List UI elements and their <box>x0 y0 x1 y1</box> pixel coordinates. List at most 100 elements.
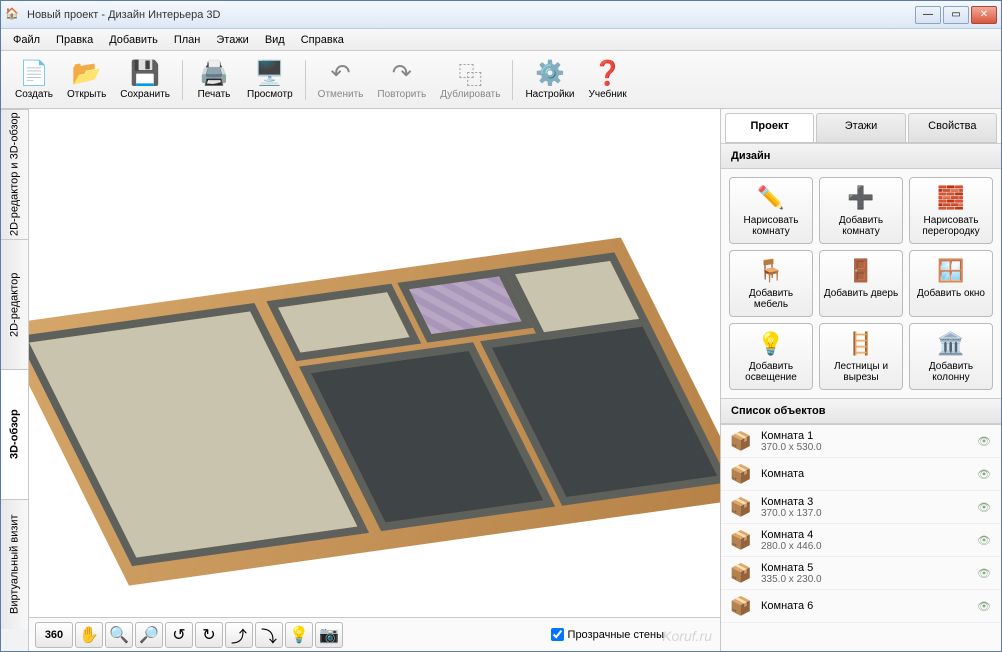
save-label: Сохранить <box>120 89 170 100</box>
rotate-left-button[interactable]: ↺ <box>165 622 193 648</box>
design-section-header: Дизайн <box>721 143 1001 169</box>
object-item-2[interactable]: 📦 Комната 3 370.0 x 137.0 👁 <box>721 491 1001 524</box>
minimize-button[interactable]: — <box>915 6 941 24</box>
menu-справка[interactable]: Справка <box>293 31 352 49</box>
object-item-5[interactable]: 📦 Комната 6 👁 <box>721 590 1001 623</box>
left-tab-0[interactable]: 2D-редактор и 3D-обзор <box>1 109 28 239</box>
visibility-icon[interactable]: 👁 <box>977 567 993 580</box>
left-tab-1[interactable]: 2D-редактор <box>1 239 28 369</box>
toolbar-separator <box>512 60 513 100</box>
object-item-0[interactable]: 📦 Комната 1 370.0 x 530.0 👁 <box>721 425 1001 458</box>
object-item-4[interactable]: 📦 Комната 5 335.0 x 230.0 👁 <box>721 557 1001 590</box>
save-icon: 💾 <box>131 59 159 87</box>
transparent-walls-checkbox[interactable] <box>551 628 564 641</box>
design-label-8: Добавить колонну <box>912 361 990 383</box>
menu-правка[interactable]: Правка <box>48 31 101 49</box>
print-label: Печать <box>198 89 231 100</box>
menu-план[interactable]: План <box>166 31 209 49</box>
tutorial-button[interactable]: ❓ Учебник <box>583 55 633 104</box>
menu-файл[interactable]: Файл <box>5 31 48 49</box>
tilt-up-button[interactable]: ⤴ <box>225 622 253 648</box>
tilt-down-button[interactable]: ⤵ <box>255 622 283 648</box>
undo-label: Отменить <box>318 89 364 100</box>
camera-button[interactable]: 📷 <box>315 622 343 648</box>
light-button[interactable]: 💡 <box>285 622 313 648</box>
right-panel: ПроектЭтажиСвойства Дизайн ✏️ Нарисовать… <box>721 109 1001 651</box>
menu-этажи[interactable]: Этажи <box>208 31 256 49</box>
save-button[interactable]: 💾 Сохранить <box>114 55 176 104</box>
transparent-walls-toggle[interactable]: Прозрачные стены <box>551 628 714 641</box>
visibility-icon[interactable]: 👁 <box>977 435 993 448</box>
object-dims-3: 280.0 x 446.0 <box>761 541 977 552</box>
visibility-icon[interactable]: 👁 <box>977 501 993 514</box>
right-tab-0[interactable]: Проект <box>725 113 814 142</box>
left-tab-2[interactable]: 3D-обзор <box>1 369 28 499</box>
visibility-icon[interactable]: 👁 <box>977 534 993 547</box>
settings-button[interactable]: ⚙️ Настройки <box>519 55 580 104</box>
object-name-1: Комната <box>761 468 977 480</box>
design-label-5: Добавить окно <box>917 288 985 299</box>
pan-button[interactable]: ✋ <box>75 622 103 648</box>
right-tab-2[interactable]: Свойства <box>908 113 997 142</box>
design-icon-4: 🚪 <box>845 257 877 285</box>
titlebar: 🏠 Новый проект - Дизайн Интерьера 3D — ▭… <box>1 1 1001 29</box>
open-button[interactable]: 📂 Открыть <box>61 55 112 104</box>
object-item-1[interactable]: 📦 Комната 👁 <box>721 458 1001 491</box>
new-icon: 📄 <box>20 59 48 87</box>
object-name-3: Комната 4 <box>761 529 977 541</box>
preview-label: Просмотр <box>247 89 293 100</box>
print-button[interactable]: 🖨️ Печать <box>189 55 239 104</box>
design-btn-2[interactable]: 🧱 Нарисовать перегородку <box>909 177 993 244</box>
design-icon-0: ✏️ <box>755 184 787 212</box>
visibility-icon[interactable]: 👁 <box>977 600 993 613</box>
toolbar-separator <box>182 60 183 100</box>
toolbar-separator <box>305 60 306 100</box>
design-btn-0[interactable]: ✏️ Нарисовать комнату <box>729 177 813 244</box>
box-icon: 📦 <box>729 561 753 585</box>
design-btn-3[interactable]: 🪑 Добавить мебель <box>729 250 813 317</box>
duplicate-label: Дублировать <box>440 89 500 100</box>
menu-вид[interactable]: Вид <box>257 31 293 49</box>
new-button[interactable]: 📄 Создать <box>9 55 59 104</box>
viewport: 360 ✋ 🔍 🔎 ↺ ↻ ⤴ ⤵ 💡 📷 Прозрачные стены <box>29 109 721 651</box>
left-tab-3[interactable]: Виртуальный визит <box>1 499 28 629</box>
design-btn-4[interactable]: 🚪 Добавить дверь <box>819 250 903 317</box>
zoom-in-button[interactable]: 🔎 <box>135 622 163 648</box>
close-button[interactable]: ✕ <box>971 6 997 24</box>
preview-icon: 🖥️ <box>256 59 284 87</box>
design-btn-6[interactable]: 💡 Добавить освещение <box>729 323 813 390</box>
open-icon: 📂 <box>73 59 101 87</box>
design-btn-5[interactable]: 🪟 Добавить окно <box>909 250 993 317</box>
right-tabs-bar: ПроектЭтажиСвойства <box>725 113 997 143</box>
design-btn-1[interactable]: ➕ Добавить комнату <box>819 177 903 244</box>
object-name-4: Комната 5 <box>761 562 977 574</box>
app-window: 🏠 Новый проект - Дизайн Интерьера 3D — ▭… <box>0 0 1002 652</box>
new-label: Создать <box>15 89 53 100</box>
design-tools-grid: ✏️ Нарисовать комнату➕ Добавить комнату🧱… <box>721 169 1001 398</box>
design-btn-8[interactable]: 🏛️ Добавить колонну <box>909 323 993 390</box>
design-label-4: Добавить дверь <box>824 288 898 299</box>
design-icon-7: 🪜 <box>845 330 877 358</box>
menubar: ФайлПравкаДобавитьПланЭтажиВидСправка <box>1 29 1001 51</box>
design-btn-7[interactable]: 🪜 Лестницы и вырезы <box>819 323 903 390</box>
rotate360-button[interactable]: 360 <box>35 622 73 648</box>
design-icon-1: ➕ <box>845 184 877 212</box>
design-icon-8: 🏛️ <box>935 330 967 358</box>
zoom-out-button[interactable]: 🔍 <box>105 622 133 648</box>
open-label: Открыть <box>67 89 106 100</box>
design-icon-3: 🪑 <box>755 257 787 285</box>
visibility-icon[interactable]: 👁 <box>977 468 993 481</box>
object-item-3[interactable]: 📦 Комната 4 280.0 x 446.0 👁 <box>721 524 1001 557</box>
design-label-3: Добавить мебель <box>732 288 810 310</box>
redo-button: ↷ Повторить <box>371 55 432 104</box>
window-title: Новый проект - Дизайн Интерьера 3D <box>27 9 915 21</box>
maximize-button[interactable]: ▭ <box>943 6 969 24</box>
right-tab-1[interactable]: Этажи <box>816 113 905 142</box>
tutorial-icon: ❓ <box>594 59 622 87</box>
rotate-right-button[interactable]: ↻ <box>195 622 223 648</box>
3d-scene[interactable] <box>29 109 720 617</box>
duplicate-button: ⿻ Дублировать <box>434 55 506 104</box>
preview-button[interactable]: 🖥️ Просмотр <box>241 55 299 104</box>
app-icon: 🏠 <box>5 7 21 23</box>
menu-добавить[interactable]: Добавить <box>101 31 166 49</box>
